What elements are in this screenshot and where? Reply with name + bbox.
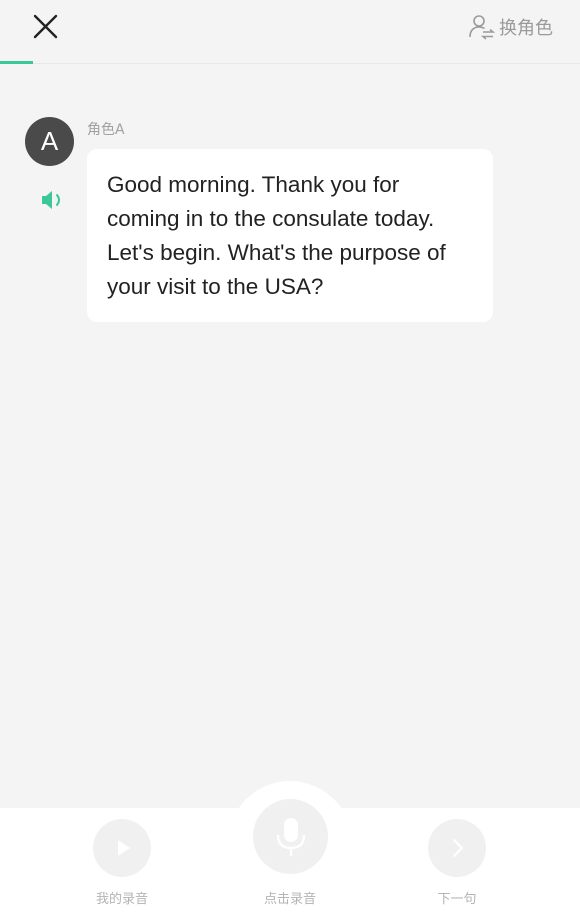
close-icon [33,14,58,39]
record-label: 点击录音 [263,892,316,907]
switch-role-label: 换角色 [499,18,553,39]
microphone-icon [276,817,305,856]
chevron-right-icon [453,839,463,857]
play-audio-button[interactable] [40,188,68,212]
next-sentence-label: 下一句 [437,892,477,907]
play-icon [118,840,130,856]
message-text: Good morning. Thank you for coming in to… [107,172,446,299]
play-my-recording-button[interactable] [93,819,151,877]
role-name: 角色A [87,122,125,138]
close-button[interactable] [26,8,66,48]
avatar: A [25,117,74,166]
progress-indicator [0,61,33,64]
switch-role-button[interactable]: 换角色 [468,12,553,42]
my-recording-label: 我的录音 [95,892,148,907]
speaker-icon [42,191,60,209]
top-bar: 换角色 [0,0,580,64]
record-button[interactable] [253,799,328,874]
message-bubble: Good morning. Thank you for coming in to… [87,149,493,322]
person-switch-icon [469,15,496,40]
next-sentence-button[interactable] [428,819,486,877]
